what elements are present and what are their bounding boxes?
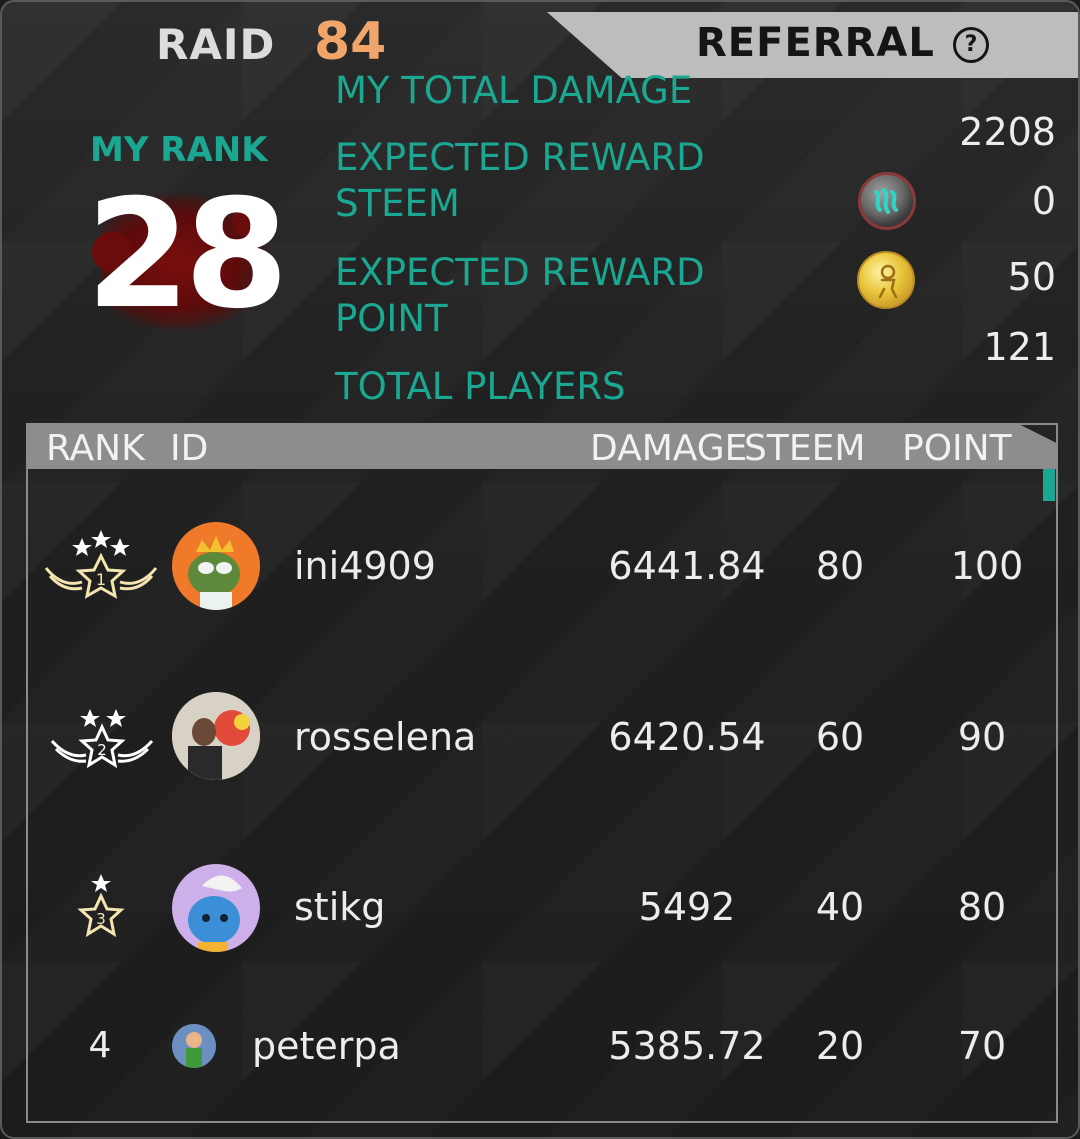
raid-count: 84	[314, 12, 387, 72]
svg-text:3: 3	[96, 910, 106, 928]
row-id[interactable]: rosselena	[294, 715, 476, 759]
reward-point-label-line1: EXPECTED REWARD	[335, 251, 705, 294]
header-rank: RANK	[46, 428, 145, 469]
row-point: 70	[957, 1024, 1007, 1068]
row-steem: 60	[815, 715, 865, 759]
avatar-ini4909	[172, 522, 260, 610]
row-steem: 80	[815, 544, 865, 588]
row-damage: 6441.84	[608, 544, 766, 588]
row-point: 100	[950, 544, 1024, 588]
steem-coin-icon	[858, 172, 916, 230]
reward-point-label: EXPECTED REWARD POINT	[335, 250, 705, 342]
header-id: ID	[170, 428, 209, 469]
svg-text:1: 1	[96, 570, 106, 589]
point-coin-icon	[857, 251, 915, 309]
avatar-stikg	[172, 864, 260, 952]
help-icon[interactable]: ?	[953, 27, 989, 63]
row-steem: 40	[815, 885, 865, 929]
rank-1-badge-icon: 1	[42, 528, 160, 610]
row-damage: 5385.72	[608, 1024, 766, 1068]
avatar-rosselena	[172, 692, 260, 780]
scrollbar-thumb[interactable]	[1043, 469, 1055, 501]
total-players-label: TOTAL PLAYERS	[335, 365, 626, 408]
row-id[interactable]: ini4909	[294, 544, 436, 588]
reward-steem-label-line2: STEEM	[335, 182, 460, 225]
rank-3-badge-icon: 3	[74, 872, 128, 948]
row-damage: 6420.54	[608, 715, 766, 759]
reward-steem-label-line1: EXPECTED REWARD	[335, 136, 705, 179]
avatar-peterpa	[172, 1024, 216, 1068]
my-rank-label: MY RANK	[90, 130, 268, 170]
reward-steem-label: EXPECTED REWARD STEEM	[335, 135, 705, 227]
tab-raid[interactable]: RAID	[156, 20, 275, 69]
rank-2-badge-icon: 2	[50, 705, 154, 779]
row-point: 90	[957, 715, 1007, 759]
header-point: POINT	[902, 428, 1012, 469]
reward-point-value: 50	[1007, 255, 1056, 299]
row-id[interactable]: peterpa	[252, 1024, 401, 1068]
total-damage-value: 2208	[959, 110, 1056, 154]
total-damage-label: MY TOTAL DAMAGE	[335, 69, 693, 112]
row-rank: 4	[88, 1025, 112, 1066]
row-steem: 20	[815, 1024, 865, 1068]
total-players-value: 121	[983, 325, 1056, 369]
raid-ranking-panel: RAID 84 REFERRAL ? MY RANK 28 MY TOTAL D…	[0, 0, 1080, 1139]
tab-referral-label[interactable]: REFERRAL	[696, 20, 935, 66]
row-damage: 5492	[638, 885, 736, 929]
svg-text:2: 2	[97, 741, 107, 759]
my-rank-value: 28	[86, 168, 289, 342]
ranking-table	[26, 423, 1058, 1123]
header-steem: STEEM	[744, 428, 866, 469]
header-damage: DAMAGE	[590, 428, 748, 469]
row-point: 80	[957, 885, 1007, 929]
row-id[interactable]: stikg	[294, 885, 385, 929]
reward-point-label-line2: POINT	[335, 297, 448, 340]
reward-steem-value: 0	[1031, 179, 1056, 223]
